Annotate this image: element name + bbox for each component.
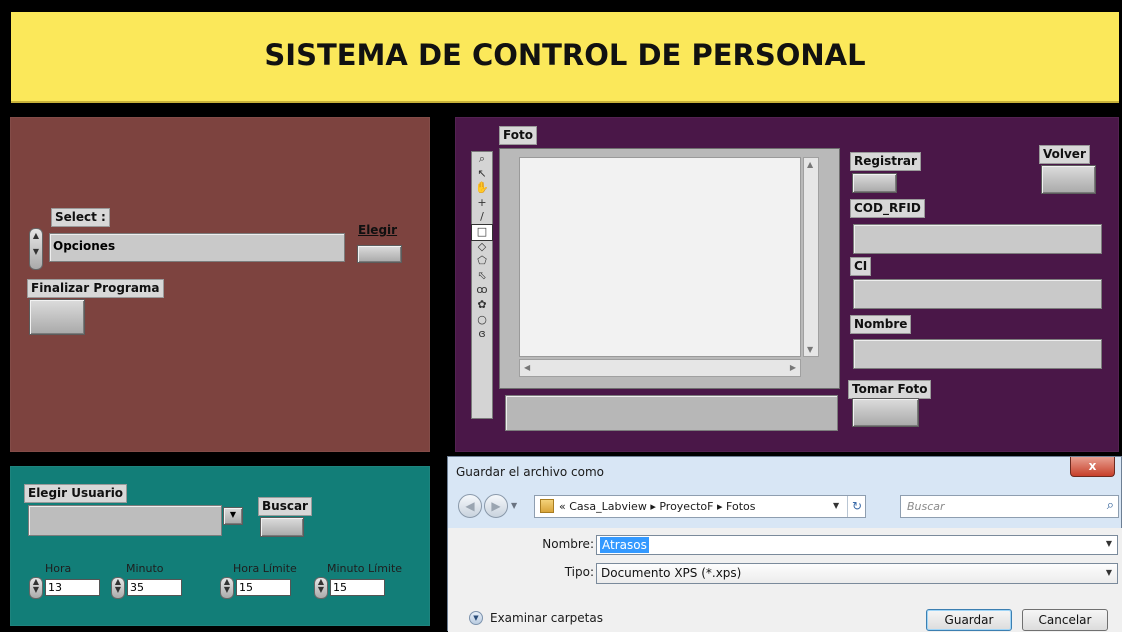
nombre-file-label: Nombre: [542, 537, 594, 551]
breadcrumb-separator[interactable]: ▸ [650, 500, 656, 513]
registrar-button[interactable] [852, 173, 897, 193]
spiral-icon[interactable]: ɞ [472, 327, 492, 342]
ci-field[interactable] [853, 279, 1102, 309]
search-input[interactable]: Buscar [907, 500, 945, 513]
refresh-icon[interactable]: ↻ [847, 496, 866, 517]
zoom-icon[interactable]: ⌕ [472, 152, 492, 167]
hora-limite-label: Hora Límite [233, 562, 297, 575]
breadcrumb-separator[interactable]: ▸ [717, 500, 723, 513]
select-value: Opciones [53, 239, 116, 253]
minuto-label: Minuto [126, 562, 164, 575]
volver-label: Volver [1039, 145, 1090, 164]
expand-folders-icon[interactable]: ▼ [469, 611, 483, 625]
volver-button[interactable] [1041, 165, 1096, 194]
minuto-limite-label: Minuto Límite [327, 562, 403, 575]
examinar-carpetas-link[interactable]: Examinar carpetas [490, 611, 603, 625]
select-stepper[interactable]: ▲ ▼ [29, 228, 43, 270]
hora-stepper[interactable]: ▲ ▼ [29, 577, 43, 599]
nombre-field[interactable] [853, 339, 1102, 369]
filename-input[interactable]: Atrasos [600, 537, 649, 553]
filetype-dropdown-icon[interactable]: ▼ [1106, 568, 1112, 577]
hora-input[interactable]: 13 [45, 579, 100, 596]
image-tools-palette[interactable]: ⌕ ↖ ✋ + / □ ◇ ⬠ ⬁ ꝏ ✿ ○ ɞ [471, 151, 493, 419]
finalizar-button[interactable] [29, 299, 85, 335]
search-box[interactable]: Buscar ⌕ [900, 495, 1119, 518]
minuto-limite-stepper[interactable]: ▲ ▼ [314, 577, 328, 599]
close-icon[interactable]: x [1070, 457, 1115, 477]
circle-icon[interactable]: ○ [472, 313, 492, 328]
dialog-title: Guardar el archivo como [456, 465, 605, 479]
breadcrumb-item[interactable]: Casa_Labview [569, 500, 647, 513]
filetype-value: Documento XPS (*.xps) [601, 566, 742, 580]
cod-rfid-field[interactable] [853, 224, 1102, 254]
buscar-label: Buscar [258, 497, 312, 516]
foto-vertical-scrollbar[interactable]: ▲ ▼ [803, 157, 819, 357]
cod-rfid-label: COD_RFID [850, 199, 925, 218]
rectangle-icon[interactable]: □ [471, 223, 493, 241]
filename-combo[interactable]: Atrasos ▼ [596, 535, 1118, 555]
freehand-polygon-icon[interactable]: ⬁ [472, 269, 492, 284]
back-icon[interactable]: ◀ [458, 494, 482, 518]
tipo-file-label: Tipo: [564, 565, 594, 579]
arrow-icon[interactable]: ↖ [472, 167, 492, 182]
foto-label: Foto [499, 126, 537, 145]
app-title: SISTEMA DE CONTROL DE PERSONAL [264, 38, 866, 72]
cancelar-button[interactable]: Cancelar [1022, 609, 1108, 631]
ci-label: CI [850, 257, 872, 276]
lasso-icon[interactable]: ꝏ [472, 283, 492, 298]
dialog-body: Nombre: Atrasos ▼ Tipo: Documento XPS (*… [448, 528, 1122, 632]
hand-icon[interactable]: ✋ [472, 181, 492, 196]
tomar-foto-label: Tomar Foto [848, 380, 932, 399]
hora-limite-stepper[interactable]: ▲ ▼ [220, 577, 234, 599]
breadcrumb-item[interactable]: Fotos [726, 500, 755, 513]
diamond-icon[interactable]: ◇ [472, 240, 492, 255]
filename-dropdown-icon[interactable]: ▼ [1106, 539, 1112, 548]
dropdown-arrow-icon[interactable]: ▼ [223, 507, 243, 525]
elegir-button[interactable] [357, 245, 402, 263]
address-dropdown-icon[interactable]: ▼ [833, 501, 839, 510]
forward-icon[interactable]: ▶ [484, 494, 508, 518]
elegir-usuario-label: Elegir Usuario [24, 484, 128, 503]
elegir-label: Elegir [358, 223, 398, 237]
hora-limite-input[interactable]: 15 [236, 579, 291, 596]
select-ring[interactable]: Opciones [49, 233, 345, 262]
breadcrumb[interactable]: « Casa_Labview ▸ ProyectoF ▸ Fotos [559, 500, 755, 513]
scroll-right-icon[interactable]: ▶ [790, 363, 796, 372]
hora-label: Hora [45, 562, 72, 575]
foto-path-field[interactable] [505, 395, 838, 431]
minuto-input[interactable]: 35 [127, 579, 182, 596]
buscar-button[interactable] [260, 517, 304, 537]
address-bar[interactable]: « Casa_Labview ▸ ProyectoF ▸ Fotos ▼ ↻ [534, 495, 866, 518]
blob-icon[interactable]: ✿ [472, 298, 492, 313]
filetype-select[interactable]: Documento XPS (*.xps) ▼ [596, 563, 1118, 584]
breadcrumb-item[interactable]: ProyectoF [659, 500, 713, 513]
scroll-left-icon[interactable]: ◀ [524, 363, 530, 372]
scroll-down-icon[interactable]: ▼ [807, 345, 813, 354]
scroll-up-icon[interactable]: ▲ [807, 160, 813, 169]
folder-icon [540, 499, 554, 513]
select-label: Select : [51, 208, 110, 227]
elegir-usuario-combo[interactable] [28, 505, 222, 536]
nombre-label: Nombre [850, 315, 912, 334]
save-as-dialog: Guardar el archivo como x ◀ ▶ ▼ « Casa_L… [447, 456, 1122, 632]
history-dropdown-icon[interactable]: ▼ [511, 501, 517, 510]
tomar-foto-button[interactable] [852, 398, 919, 427]
line-icon[interactable]: / [472, 210, 492, 225]
foto-horizontal-scrollbar[interactable]: ◀ ▶ [519, 359, 801, 377]
registrar-label: Registrar [850, 152, 921, 171]
title-banner: SISTEMA DE CONTROL DE PERSONAL [11, 12, 1119, 103]
crosshair-icon[interactable]: + [472, 196, 492, 211]
finalizar-label: Finalizar Programa [27, 279, 164, 298]
minuto-limite-input[interactable]: 15 [330, 579, 385, 596]
guardar-button[interactable]: Guardar [926, 609, 1012, 631]
minuto-stepper[interactable]: ▲ ▼ [111, 577, 125, 599]
search-icon[interactable]: ⌕ [1107, 498, 1114, 513]
breadcrumb-overflow[interactable]: « [559, 500, 566, 513]
foto-canvas[interactable] [519, 157, 801, 357]
polygon-icon[interactable]: ⬠ [472, 254, 492, 269]
